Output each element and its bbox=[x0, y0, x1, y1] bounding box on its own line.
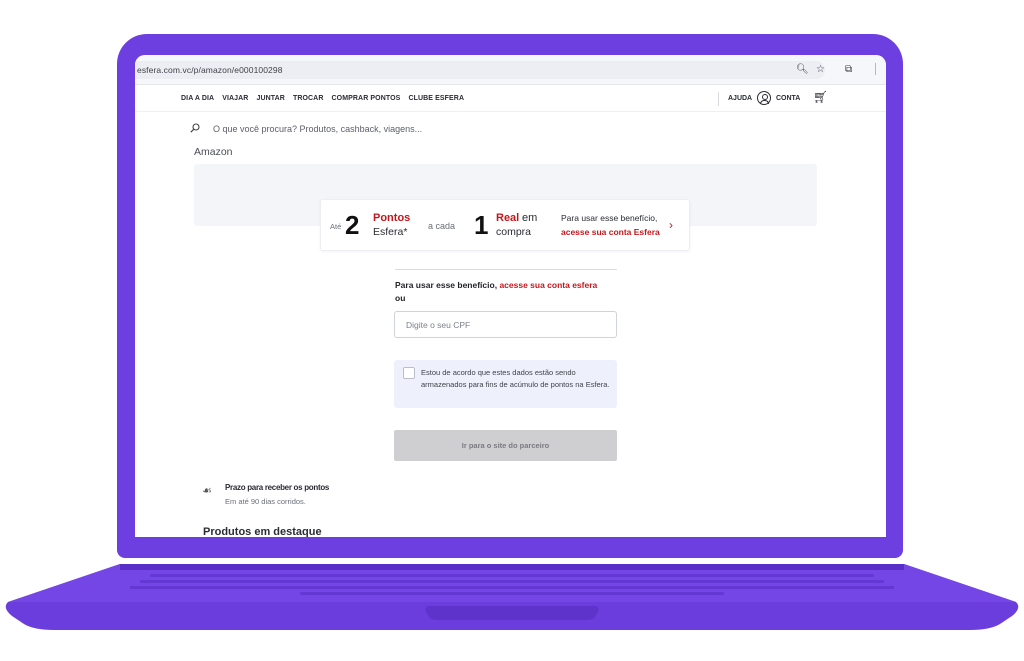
nav-item-viajar[interactable]: VIAJAR bbox=[222, 95, 248, 102]
extension-icon[interactable]: ⧉ bbox=[845, 64, 852, 76]
promo-login-link[interactable]: acesse sua conta Esfera bbox=[561, 227, 660, 237]
promo-up-to: Até bbox=[330, 222, 342, 231]
user-icon[interactable] bbox=[757, 91, 771, 105]
nav-item-trocar[interactable]: TROCAR bbox=[293, 95, 324, 102]
nav-item-dia-a-dia[interactable]: DIA A DIA bbox=[181, 95, 214, 102]
prazo-title: Prazo para receber os pontos bbox=[225, 483, 330, 492]
promo-points-brand: Esfera* bbox=[373, 226, 408, 238]
cpf-input[interactable] bbox=[394, 311, 617, 338]
piggy-bank-icon: ☙ bbox=[202, 485, 212, 497]
search-icon[interactable] bbox=[190, 123, 200, 133]
chevron-right-icon[interactable]: › bbox=[669, 218, 673, 232]
login-link[interactable]: acesse sua conta esfera bbox=[499, 280, 597, 290]
promo-real-compra: compra bbox=[496, 226, 532, 238]
or-label: ou bbox=[395, 293, 406, 303]
account-link[interactable]: CONTA bbox=[776, 95, 800, 102]
promo-real-em: em bbox=[522, 212, 538, 224]
nav-item-comprar-pontos[interactable]: COMPRAR PONTOS bbox=[332, 95, 401, 102]
consent-box: Estou de acordo que estes dados estão se… bbox=[394, 360, 617, 408]
nav-divider bbox=[718, 92, 719, 106]
benefit-text: Para usar esse benefício, acesse sua con… bbox=[395, 280, 597, 290]
featured-products-title: Produtos em destaque bbox=[203, 526, 322, 537]
cashback-promo-card: Até 2 Pontos Esfera* a cada 1 Real em co… bbox=[320, 199, 690, 251]
url-text[interactable]: esfera.com.vc/p/amazon/e000100298 bbox=[137, 65, 283, 75]
go-to-partner-button[interactable]: Ir para o site do parceiro bbox=[394, 430, 617, 461]
page-title: Amazon bbox=[194, 146, 233, 158]
promo-real-label: Real bbox=[496, 212, 520, 224]
laptop-base bbox=[5, 564, 1019, 630]
nav-item-juntar[interactable]: JUNTAR bbox=[256, 95, 284, 102]
benefit-label: Para usar esse benefício, bbox=[395, 280, 498, 290]
zoom-icon[interactable]: 🔍︎ bbox=[796, 64, 809, 76]
browser-screen: esfera.com.vc/p/amazon/e000100298 🔍︎ ☆ ⧉… bbox=[135, 55, 886, 537]
promo-note: Para usar esse benefício, bbox=[561, 213, 658, 223]
star-icon[interactable]: ☆ bbox=[816, 64, 825, 76]
consent-checkbox[interactable] bbox=[403, 367, 415, 379]
help-link[interactable]: AJUDA bbox=[728, 95, 752, 102]
address-bar: esfera.com.vc/p/amazon/e000100298 🔍︎ ☆ ⧉… bbox=[135, 55, 886, 85]
prazo-subtitle: Em até 90 dias corridos. bbox=[225, 497, 306, 506]
consent-text: Estou de acordo que estes dados estão se… bbox=[421, 368, 610, 389]
download-icon[interactable]: │ bbox=[873, 64, 879, 76]
search-input[interactable]: O que você procura? Produtos, cashback, … bbox=[213, 124, 422, 134]
promo-per: a cada bbox=[428, 221, 456, 231]
promo-points-label: Pontos bbox=[373, 212, 411, 224]
laptop-mockup: esfera.com.vc/p/amazon/e000100298 🔍︎ ☆ ⧉… bbox=[0, 0, 1024, 661]
cart-icon[interactable]: 🛒︎ bbox=[813, 90, 828, 104]
promo-real-number: 1 bbox=[474, 210, 489, 240]
form-divider bbox=[395, 269, 617, 270]
promo-points-number: 2 bbox=[345, 210, 360, 240]
nav-item-clube-esfera[interactable]: CLUBE ESFERA bbox=[408, 95, 464, 102]
main-nav: DIA A DIA VIAJAR JUNTAR TROCAR COMPRAR P… bbox=[135, 86, 886, 112]
nav-menu: DIA A DIA VIAJAR JUNTAR TROCAR COMPRAR P… bbox=[181, 95, 464, 102]
